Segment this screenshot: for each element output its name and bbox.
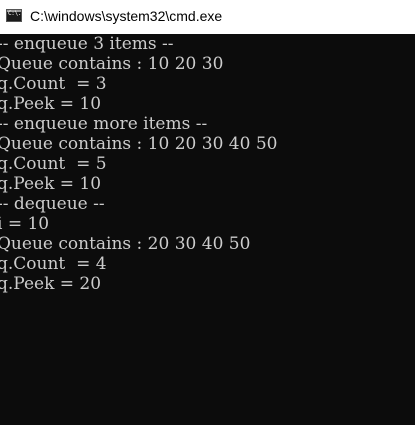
icon-glyph: C:\. — [8, 10, 22, 17]
console-line: q.Peek = 20 — [0, 274, 102, 294]
console-line: q.Peek = 10 — [0, 94, 102, 114]
console-output[interactable]: -- enqueue 3 items -- Queue contains : 1… — [0, 34, 415, 425]
console-line: -- dequeue -- — [0, 194, 105, 214]
console-line: i = 10 — [0, 214, 50, 234]
console-line: Queue contains : 10 20 30 — [0, 54, 224, 74]
window-title: C:\windows\system32\cmd.exe — [30, 8, 223, 24]
console-line: q.Count = 4 — [0, 254, 107, 274]
console-line: -- enqueue 3 items -- — [0, 34, 174, 54]
console-line: Queue contains : 20 30 40 50 — [0, 234, 251, 254]
console-line: Queue contains : 10 20 30 40 50 — [0, 134, 278, 154]
console-line: q.Count = 5 — [0, 154, 107, 174]
cmd-icon[interactable]: C:\. — [6, 9, 22, 22]
cmd-window: C:\. C:\windows\system32\cmd.exe -- enqu… — [0, 0, 415, 425]
title-bar[interactable]: C:\. C:\windows\system32\cmd.exe — [0, 0, 415, 34]
console-line: q.Count = 3 — [0, 74, 107, 94]
console-line: q.Peek = 10 — [0, 174, 102, 194]
console-line: -- enqueue more items -- — [0, 114, 208, 134]
